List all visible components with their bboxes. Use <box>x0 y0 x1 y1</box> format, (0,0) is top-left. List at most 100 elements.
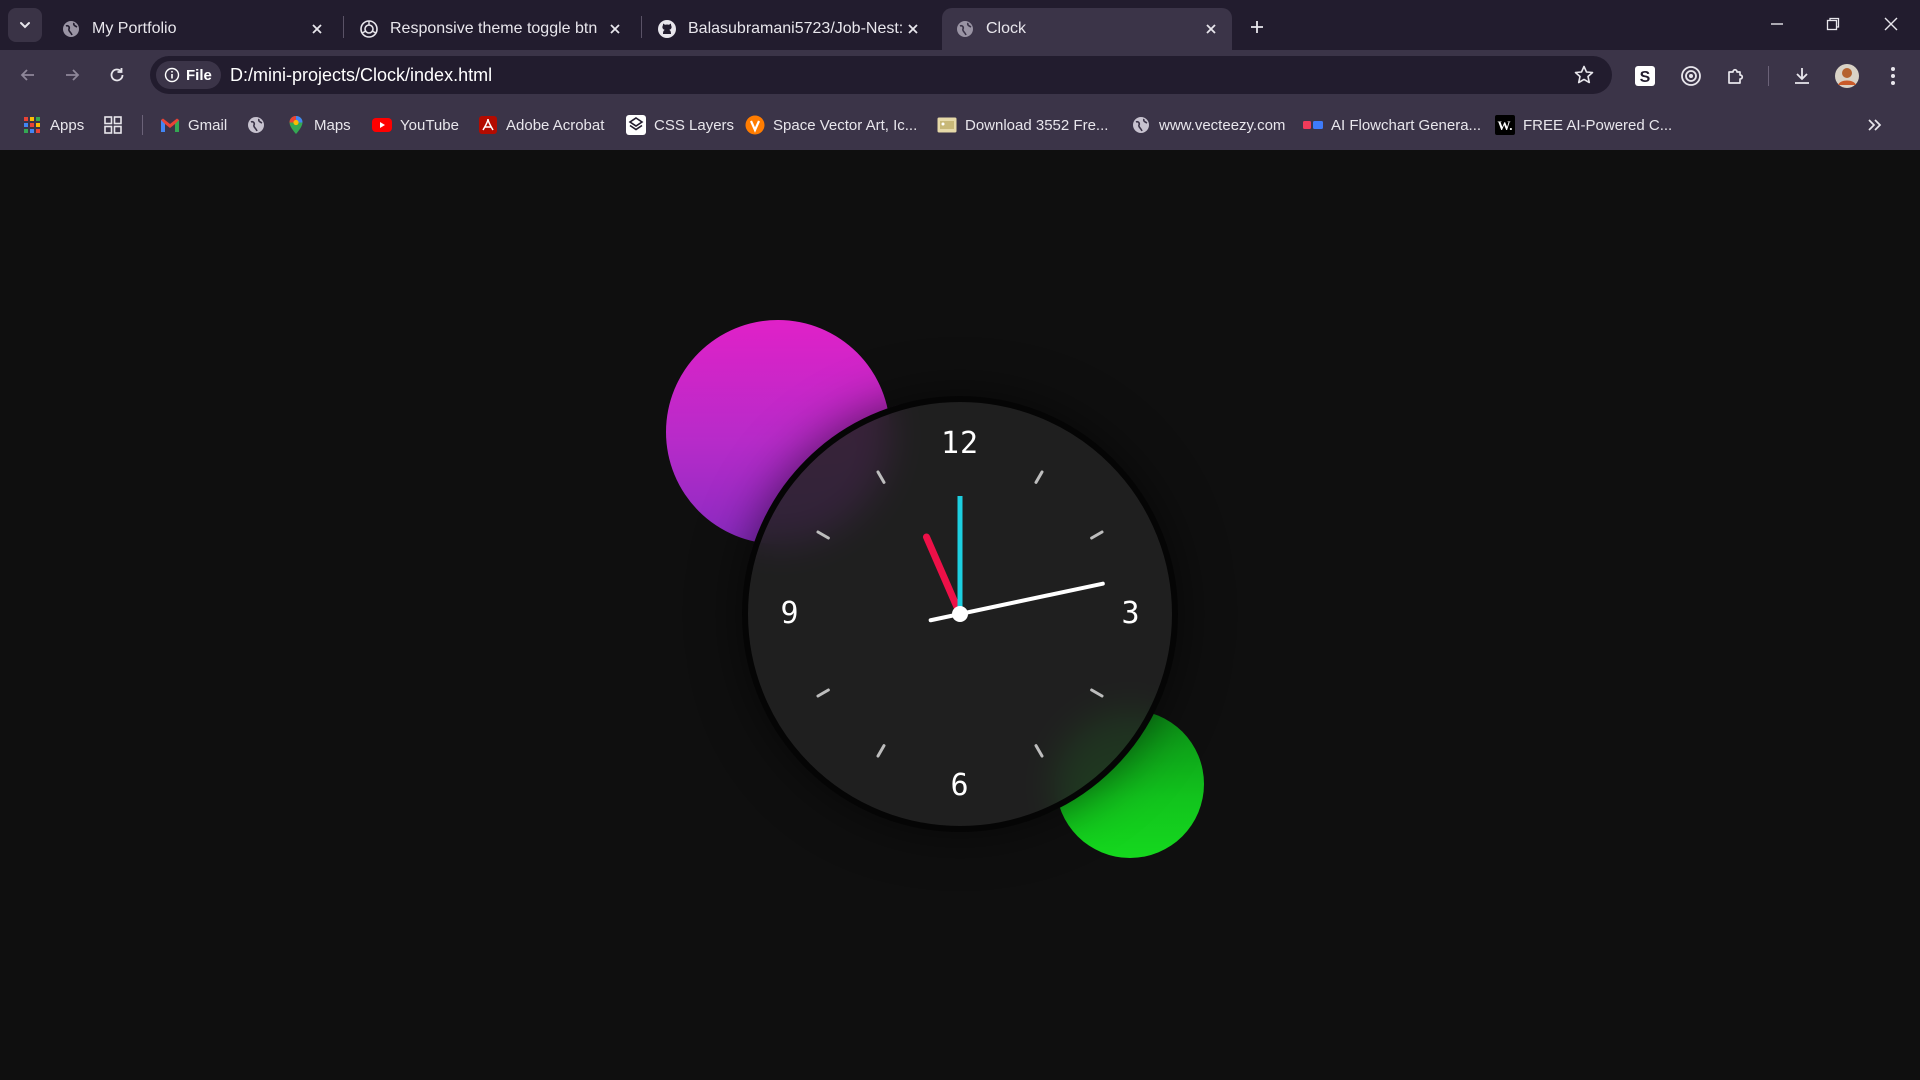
acrobat-icon <box>478 115 498 135</box>
bookmark-tab-groups[interactable] <box>103 113 123 137</box>
image-icon <box>937 115 957 135</box>
extension-target-button[interactable] <box>1677 62 1705 90</box>
site-info-chip[interactable]: File <box>156 61 221 89</box>
minimize-icon <box>1771 23 1783 25</box>
reload-icon <box>110 68 124 82</box>
close-icon[interactable] <box>1200 18 1222 40</box>
bookmark-ai-flowchart[interactable]: AI Flowchart Genera... <box>1303 113 1481 137</box>
close-icon <box>1884 17 1898 31</box>
openai-icon <box>359 19 379 39</box>
bookmark-label: Space Vector Art, Ic... <box>773 116 918 134</box>
menu-button[interactable] <box>1879 62 1907 90</box>
bookmark-label: Download 3552 Fre... <box>965 116 1109 134</box>
tab-title: My Portfolio <box>92 20 177 37</box>
avatar-icon <box>1835 64 1859 88</box>
bookmarks-overflow-button[interactable] <box>1864 113 1884 137</box>
bookmark-free-ai-powered[interactable]: W. FREE AI-Powered C... <box>1495 113 1672 137</box>
bookmark-gmail[interactable]: Gmail <box>160 113 227 137</box>
bookmark-download-3552[interactable]: Download 3552 Fre... <box>937 113 1108 137</box>
globe-icon <box>955 19 975 39</box>
hour-tick-7 <box>876 744 886 758</box>
bookmark-youtube[interactable]: YouTube <box>372 113 459 137</box>
bookmark-space-vector-art[interactable]: Space Vector Art, Ic... <box>745 113 917 137</box>
site-info-label: File <box>186 66 212 84</box>
extensions-button[interactable] <box>1722 62 1750 90</box>
back-button[interactable] <box>13 60 43 90</box>
forward-button[interactable] <box>57 60 87 90</box>
tab-clock[interactable]: Clock <box>942 8 1232 50</box>
close-icon[interactable] <box>604 18 626 40</box>
tab-search-button[interactable] <box>8 8 42 42</box>
tab-title: Balasubramani5723/Job-Nest: J <box>688 20 902 37</box>
apps-grid-icon <box>22 115 42 135</box>
bookmark-label: FREE AI-Powered C... <box>1523 116 1673 134</box>
tab-title: Clock <box>986 20 1027 37</box>
globe-icon <box>246 115 266 135</box>
css-layers-icon <box>626 115 646 135</box>
downloads-button[interactable] <box>1788 62 1816 90</box>
w-icon: W. <box>1495 115 1515 135</box>
bookmark-label: YouTube <box>400 116 459 134</box>
hour-tick-11 <box>876 470 886 484</box>
download-icon <box>1795 68 1809 84</box>
toolbar: File D:/mini-projects/Clock/index.html S <box>0 50 1920 100</box>
numeral-12: 12 <box>940 426 980 461</box>
tab-my-portfolio[interactable]: My Portfolio <box>48 8 338 50</box>
svg-text:W.: W. <box>1497 118 1512 133</box>
address-bar[interactable]: File D:/mini-projects/Clock/index.html <box>150 56 1612 94</box>
bookmark-label: Gmail <box>188 116 228 134</box>
hour-tick-1 <box>1034 470 1044 484</box>
url-text[interactable]: D:/mini-projects/Clock/index.html <box>230 65 492 86</box>
tab-github-job-nest[interactable]: Balasubramani5723/Job-Nest: J <box>644 8 934 50</box>
bookmarks-bar: Apps Gmail Maps YouTube Adobe Acrobat CS… <box>0 100 1920 150</box>
profile-avatar[interactable] <box>1833 62 1861 90</box>
restore-icon <box>1826 17 1840 31</box>
close-icon[interactable] <box>306 18 328 40</box>
chevron-down-icon <box>20 22 30 29</box>
analog-clock: 12 3 6 9 <box>742 396 1178 832</box>
youtube-icon <box>372 115 392 135</box>
info-icon <box>164 67 180 83</box>
bookmark-css-layers[interactable]: CSS Layers <box>626 113 734 137</box>
bookmark-vecteezy[interactable]: www.vecteezy.com <box>1131 113 1285 137</box>
bookmark-adobe-acrobat[interactable]: Adobe Acrobat <box>478 113 604 137</box>
bookmark-label: www.vecteezy.com <box>1159 116 1286 134</box>
toolbar-divider <box>1768 66 1769 86</box>
more-vertical-icon <box>1891 67 1895 85</box>
s-extension-icon: S <box>1635 66 1655 86</box>
bookmark-maps[interactable]: Maps <box>286 113 351 137</box>
bookmark-label: Maps <box>314 116 351 134</box>
close-icon[interactable] <box>902 18 924 40</box>
close-window-button[interactable] <box>1868 4 1914 44</box>
numeral-3: 3 <box>1121 596 1141 631</box>
extension-s-button[interactable]: S <box>1631 62 1659 90</box>
bookmark-label: Apps <box>50 116 85 134</box>
tab-groups-icon <box>103 115 123 135</box>
restore-button[interactable] <box>1810 4 1856 44</box>
globe-icon <box>61 19 81 39</box>
bookmark-label: AI Flowchart Genera... <box>1331 116 1482 134</box>
hour-hand <box>923 533 964 618</box>
tab-divider <box>641 16 642 38</box>
numeral-9: 9 <box>780 596 800 631</box>
minimize-button[interactable] <box>1754 4 1800 44</box>
arrow-left-icon <box>20 69 34 81</box>
bookmark-apps[interactable]: Apps <box>22 113 84 137</box>
bookmark-globe[interactable] <box>246 113 266 137</box>
bookmark-label: Adobe Acrobat <box>506 116 605 134</box>
tab-title: Responsive theme toggle btn <box>390 20 598 37</box>
bookmark-label: CSS Layers <box>654 116 735 134</box>
tab-responsive-theme-toggle[interactable]: Responsive theme toggle btn <box>346 8 636 50</box>
hour-tick-4 <box>1090 688 1104 698</box>
svg-text:S: S <box>1640 69 1651 86</box>
arrow-right-icon <box>66 69 80 81</box>
hour-tick-10 <box>816 530 830 540</box>
tab-divider <box>343 16 344 38</box>
reload-button[interactable] <box>102 60 132 90</box>
new-tab-button[interactable] <box>1242 12 1272 42</box>
numeral-6: 6 <box>950 768 970 803</box>
bookmark-star-icon[interactable] <box>1572 63 1596 87</box>
maps-pin-icon <box>286 115 306 135</box>
target-icon <box>1681 66 1701 86</box>
double-chevron-right-icon <box>1864 115 1884 135</box>
